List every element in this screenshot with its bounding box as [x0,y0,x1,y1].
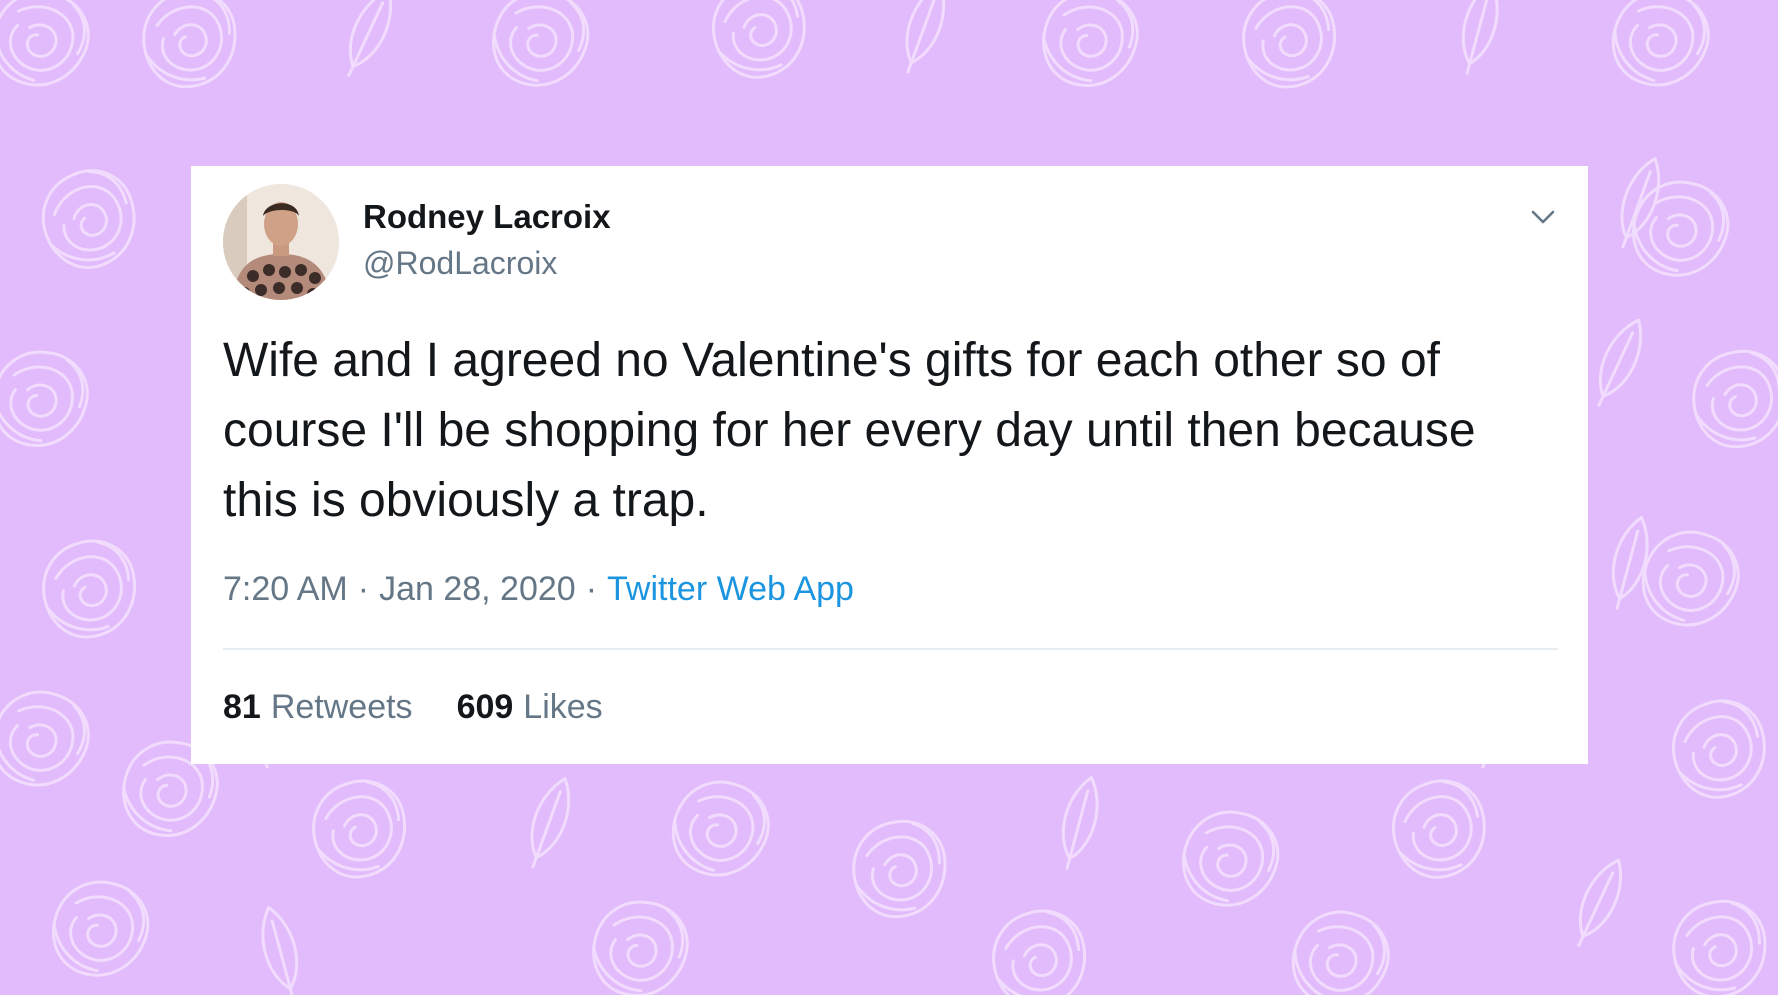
rose-icon [481,0,599,98]
rose-icon [1171,800,1289,918]
rose-icon [0,343,96,455]
rose-icon [1658,687,1778,811]
leaf-icon [1051,772,1108,874]
likes-stat[interactable]: 609 Likes [457,688,603,726]
retweets-stat[interactable]: 81 Retweets [223,688,413,726]
leaf-icon [333,0,404,84]
rose-icon [1629,517,1752,641]
leaf-icon [517,772,581,874]
rose-icon [1599,0,1722,101]
meta-separator: · [585,570,598,608]
leaf-icon [1583,312,1654,414]
tweet-source-link[interactable]: Twitter Web App [607,570,854,608]
retweets-count: 81 [223,688,261,726]
divider [223,648,1558,650]
avatar[interactable] [223,184,339,300]
rose-icon [1035,0,1146,95]
likes-label: Likes [523,688,603,726]
tweet-time[interactable]: 7:20 AM [223,570,348,608]
leaf-icon [252,902,309,995]
tweet-meta: 7:20 AM · Jan 28, 2020 · Twitter Web App [223,570,854,609]
rose-icon [26,155,153,283]
tweet-text: Wife and I agreed no Valentine's gifts f… [223,334,1476,527]
retweets-label: Retweets [270,688,413,726]
leaf-icon [892,0,956,79]
rose-icon [585,893,696,995]
rose-icon [1231,0,1348,98]
tweet-date[interactable]: Jan 28, 2020 [379,570,576,608]
rose-icon [981,900,1098,995]
rose-icon [41,870,159,988]
meta-separator: · [357,570,370,608]
rose-icon [31,530,148,648]
rose-icon [698,0,821,91]
tweet-stats: 81 Retweets 609 Likes [223,688,647,727]
rose-icon [1279,897,1402,995]
likes-count: 609 [456,688,514,726]
tweet-card: Rodney Lacroix @RodLacroix Wife and I ag… [191,166,1588,764]
rose-icon [1378,767,1501,891]
leaf-icon [1563,852,1634,954]
author-display-name[interactable]: Rodney Lacroix [363,198,611,236]
avatar-photo [223,184,339,300]
rose-icon [301,770,418,888]
rose-icon [0,0,102,101]
leaf-icon [1451,0,1508,79]
rose-icon [1684,343,1778,455]
rose-icon [659,767,782,891]
rose-icon [844,813,955,925]
rose-icon [0,677,102,801]
rose-icon [134,0,245,95]
rose-icon [1664,893,1775,995]
chevron-down-icon[interactable] [1528,202,1558,232]
author-handle[interactable]: @RodLacroix [363,245,557,282]
leaf-icon [1607,152,1671,254]
